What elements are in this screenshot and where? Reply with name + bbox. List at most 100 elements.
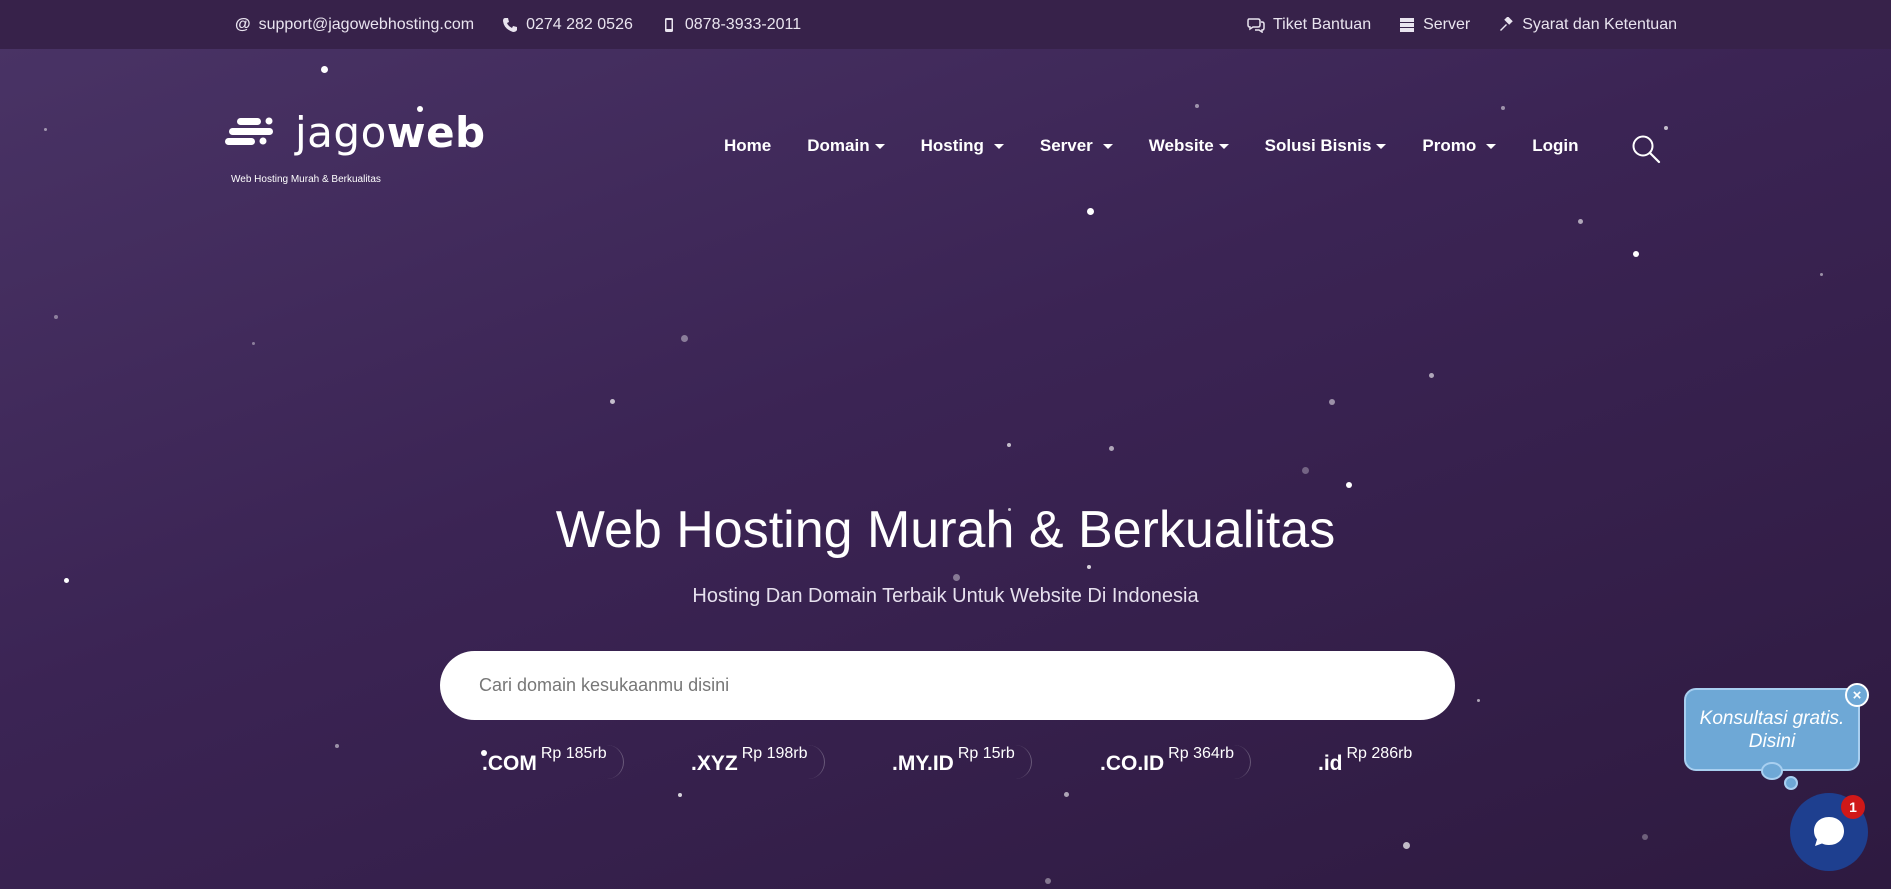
- star-dot: [1820, 273, 1823, 276]
- top-links: Tiket Bantuan Server Syarat dan Ketentua…: [1247, 16, 1677, 34]
- logo-mark-icon: [225, 117, 273, 145]
- notification-badge: 1: [1841, 795, 1865, 819]
- mobile-text: 0878-3933-2011: [684, 15, 802, 33]
- domain-search-box: [440, 651, 1455, 720]
- tld-item-com[interactable]: .COM Rp 185rb: [482, 745, 624, 779]
- chevron-down-icon: [874, 143, 885, 149]
- logo-text-bold: web: [386, 108, 486, 157]
- tiket-bantuan-label: Tiket Bantuan: [1272, 15, 1372, 33]
- star-dot: [1633, 251, 1639, 257]
- star-dot: [252, 342, 255, 345]
- contact-info: @ support@jagowebhosting.com 0274 282 05…: [235, 16, 801, 34]
- star-dot: [1329, 399, 1335, 405]
- tld-item-co-id[interactable]: .CO.ID Rp 364rb: [1100, 745, 1251, 779]
- star-dot: [54, 315, 58, 319]
- chat-bubble-icon: [1814, 817, 1844, 846]
- tld-item-xyz[interactable]: .XYZ Rp 198rb: [691, 745, 825, 779]
- logo-tagline: Web Hosting Murah & Berkualitas: [231, 174, 381, 185]
- star-dot: [678, 793, 682, 797]
- search-icon[interactable]: [1631, 134, 1661, 164]
- email-text: support@jagowebhosting.com: [258, 15, 475, 33]
- link-server[interactable]: Server: [1399, 16, 1470, 34]
- chat-icon: [1247, 17, 1265, 33]
- hero-title: Web Hosting Murah & Berkualitas: [555, 501, 1336, 559]
- mobile-icon: [664, 17, 673, 32]
- syarat-label: Syarat dan Ketentuan: [1522, 15, 1677, 33]
- nav-domain-label: Domain: [807, 136, 870, 155]
- star-dot: [1346, 482, 1352, 488]
- nav-website[interactable]: Website: [1149, 136, 1229, 156]
- domain-search-input[interactable]: [479, 675, 1407, 696]
- star-dot: [1477, 699, 1480, 702]
- tld-name: .id: [1318, 752, 1343, 775]
- nav-promo-label: Promo: [1422, 136, 1477, 155]
- chevron-down-icon: [1486, 143, 1497, 149]
- star-dot: [1087, 565, 1091, 569]
- star-dot: [1642, 834, 1648, 840]
- phone-text: 0274 282 0526: [526, 15, 633, 33]
- nav-promo[interactable]: Promo: [1422, 136, 1497, 156]
- nav-login[interactable]: Login: [1532, 136, 1578, 156]
- nav-website-label: Website: [1148, 136, 1214, 155]
- tld-price-list: .COM Rp 185rb .XYZ Rp 198rb .MY.ID Rp 15rb …: [0, 745, 1891, 785]
- star-dot: [1109, 446, 1114, 451]
- star-dot: [1064, 792, 1069, 797]
- chat-prompt-text: Konsultasi gratis. Disini: [1699, 707, 1845, 752]
- tld-name: .CO.ID: [1100, 752, 1165, 775]
- chevron-down-icon: [1102, 143, 1113, 149]
- star-dot: [681, 335, 688, 342]
- chevron-down-icon: [1218, 143, 1229, 149]
- star-dot: [1087, 208, 1094, 215]
- phone-contact[interactable]: 0274 282 0526: [502, 16, 633, 34]
- nav-hosting[interactable]: Hosting: [921, 136, 1004, 156]
- chevron-down-icon: [993, 143, 1004, 149]
- nav-hosting-label: Hosting: [920, 136, 984, 155]
- phone-icon: [503, 17, 518, 32]
- chat-prompt-bubble[interactable]: Konsultasi gratis. Disini: [1684, 688, 1860, 771]
- tld-price: Rp 15rb: [957, 745, 1015, 762]
- chevron-down-icon: [1376, 143, 1387, 149]
- nav-server[interactable]: Server: [1040, 136, 1113, 156]
- star-dot: [1045, 878, 1051, 884]
- tld-item-id[interactable]: .id Rp 286rb: [1318, 745, 1428, 779]
- hero-subtitle: Hosting Dan Domain Terbaik Untuk Website…: [692, 585, 1199, 607]
- tld-price: Rp 364rb: [1168, 745, 1234, 762]
- tld-name: .MY.ID: [892, 752, 954, 775]
- nav-home[interactable]: Home: [724, 136, 771, 156]
- star-dot: [1429, 373, 1434, 378]
- main-header: jagoweb Web Hosting Murah & Berkualitas …: [0, 100, 1891, 200]
- star-dot: [1302, 467, 1309, 474]
- nav-solusi-bisnis[interactable]: Solusi Bisnis: [1265, 136, 1387, 156]
- email-contact[interactable]: @ support@jagowebhosting.com: [235, 16, 474, 34]
- star-dot: [1403, 842, 1410, 849]
- chat-close-button[interactable]: ×: [1845, 683, 1869, 707]
- nav-solusi-bisnis-label: Solusi Bisnis: [1264, 136, 1372, 155]
- server-icon: [1400, 17, 1415, 32]
- link-syarat[interactable]: Syarat dan Ketentuan: [1498, 16, 1677, 34]
- close-icon: ×: [1852, 686, 1862, 704]
- tld-price: Rp 198rb: [741, 745, 808, 762]
- chat-bubble-tail: [1761, 762, 1783, 780]
- nav-domain[interactable]: Domain: [807, 136, 885, 156]
- top-bar: @ support@jagowebhosting.com 0274 282 05…: [0, 0, 1891, 49]
- nav-server-label: Server: [1039, 136, 1093, 155]
- at-icon: @: [235, 15, 251, 33]
- star-dot: [64, 578, 69, 583]
- logo-wordmark: jagoweb: [295, 108, 486, 157]
- star-dot: [1578, 219, 1583, 224]
- tld-name: .COM: [482, 752, 537, 775]
- tld-price: Rp 185rb: [540, 745, 607, 762]
- mobile-contact[interactable]: 0878-3933-2011: [661, 16, 801, 34]
- link-tiket-bantuan[interactable]: Tiket Bantuan: [1247, 16, 1371, 34]
- main-nav: Home Domain Hosting Server Website Solus…: [724, 136, 1615, 156]
- star-dot: [953, 574, 960, 581]
- star-dot: [1007, 443, 1011, 447]
- server-label: Server: [1423, 15, 1471, 33]
- chat-bubble-tail: [1784, 776, 1798, 790]
- star-dot: [321, 66, 328, 73]
- nav-login-label: Login: [1532, 136, 1579, 155]
- tld-price: Rp 286rb: [1346, 745, 1413, 762]
- tld-item-my-id[interactable]: .MY.ID Rp 15rb: [892, 745, 1032, 779]
- logo-text-light: jago: [295, 108, 387, 157]
- tld-name: .XYZ: [691, 752, 738, 775]
